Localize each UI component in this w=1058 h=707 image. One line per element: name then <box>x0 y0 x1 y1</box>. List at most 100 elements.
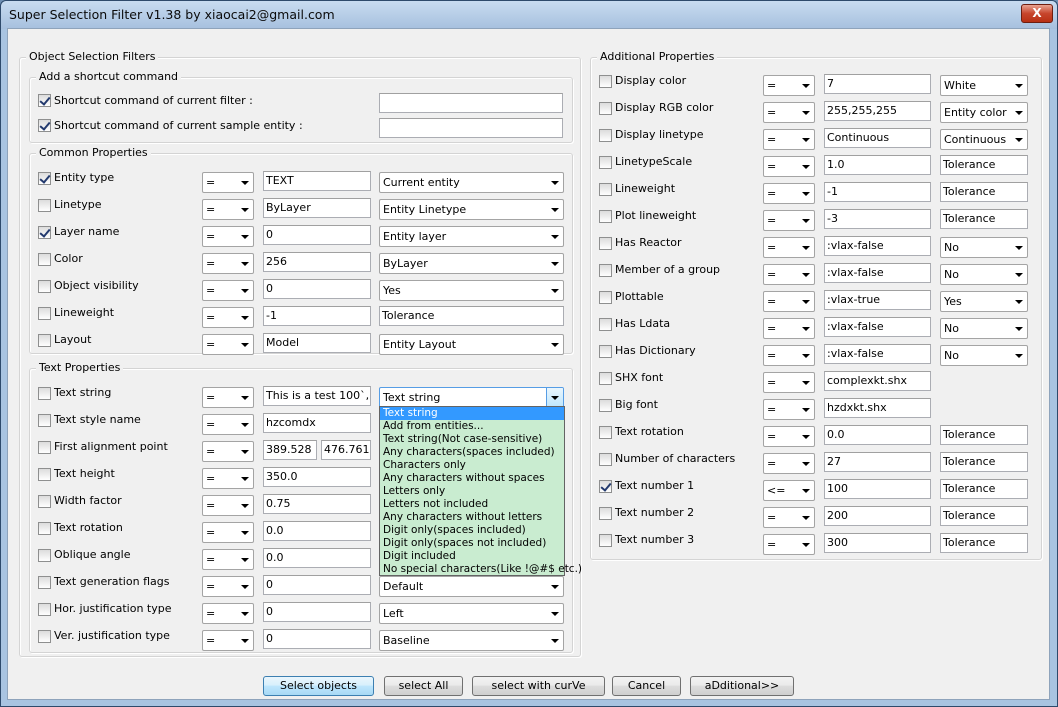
common-operator-6[interactable]: = <box>202 334 254 355</box>
dropdown-option[interactable]: No special characters(Like !@#$ etc.) <box>380 563 582 576</box>
text-checkbox-8[interactable] <box>38 603 51 616</box>
additional-operator-16[interactable]: = <box>763 507 815 528</box>
cancel-button[interactable]: Cancel <box>612 676 681 696</box>
text-value-0[interactable]: This is a test 100`, 200 <box>263 386 371 406</box>
text-value-3[interactable]: 350.0 <box>263 467 371 487</box>
common-mode-1[interactable]: Entity Linetype <box>379 199 564 220</box>
text-checkbox-1[interactable] <box>38 414 51 427</box>
additional-operator-4[interactable]: = <box>763 183 815 204</box>
dropdown-option[interactable]: Digit only(spaces not included) <box>380 537 564 550</box>
common-value-6[interactable]: Model <box>263 333 371 353</box>
additional-checkbox-10[interactable] <box>599 345 612 358</box>
shortcut-checkbox-1[interactable] <box>38 119 51 132</box>
common-checkbox-3[interactable] <box>38 253 51 266</box>
additional-operator-15[interactable]: <= <box>763 480 815 501</box>
additional-operator-1[interactable]: = <box>763 102 815 123</box>
additional-operator-2[interactable]: = <box>763 129 815 150</box>
common-operator-0[interactable]: = <box>202 172 254 193</box>
additional-checkbox-17[interactable] <box>599 534 612 547</box>
additional-mode-13[interactable]: Tolerance <box>940 425 1028 445</box>
additional-operator-5[interactable]: = <box>763 210 815 231</box>
additional-value-9[interactable]: :vlax-false <box>824 317 931 337</box>
common-checkbox-4[interactable] <box>38 280 51 293</box>
dropdown-option[interactable]: Digit only(spaces included) <box>380 524 564 537</box>
additional-value-4[interactable]: -1 <box>824 182 931 202</box>
additional-checkbox-16[interactable] <box>599 507 612 520</box>
additional-mode-15[interactable]: Tolerance <box>940 479 1028 499</box>
common-value-4[interactable]: 0 <box>263 279 371 299</box>
text-operator-1[interactable]: = <box>202 414 254 435</box>
additional-checkbox-9[interactable] <box>599 318 612 331</box>
shortcut-input-1[interactable] <box>379 118 563 138</box>
additional-checkbox-15[interactable] <box>599 480 612 493</box>
additional-value-10[interactable]: :vlax-false <box>824 344 931 364</box>
common-mode-3[interactable]: ByLayer <box>379 253 564 274</box>
additional-operator-6[interactable]: = <box>763 237 815 258</box>
additional-operator-9[interactable]: = <box>763 318 815 339</box>
additional-button[interactable]: aDditional>> <box>690 676 794 696</box>
common-mode-5[interactable]: Tolerance <box>379 306 564 326</box>
additional-value-16[interactable]: 200 <box>824 506 931 526</box>
text-checkbox-6[interactable] <box>38 549 51 562</box>
title-bar[interactable]: Super Selection Filter v1.38 by xiaocai2… <box>1 1 1057 29</box>
close-button[interactable]: X <box>1021 4 1053 23</box>
additional-mode-17[interactable]: Tolerance <box>940 533 1028 553</box>
additional-checkbox-13[interactable] <box>599 426 612 439</box>
common-value-0[interactable]: TEXT <box>263 171 371 191</box>
additional-operator-3[interactable]: = <box>763 156 815 177</box>
additional-value-14[interactable]: 27 <box>824 452 931 472</box>
common-checkbox-1[interactable] <box>38 199 51 212</box>
additional-checkbox-14[interactable] <box>599 453 612 466</box>
text-checkbox-3[interactable] <box>38 468 51 481</box>
additional-value-15[interactable]: 100 <box>824 479 931 499</box>
common-mode-6[interactable]: Entity Layout <box>379 334 564 355</box>
additional-value-6[interactable]: :vlax-false <box>824 236 931 256</box>
text-operator-0[interactable]: = <box>202 387 254 408</box>
additional-mode-9[interactable]: No <box>940 318 1028 339</box>
common-operator-2[interactable]: = <box>202 226 254 247</box>
additional-operator-10[interactable]: = <box>763 345 815 366</box>
text-operator-8[interactable]: = <box>202 603 254 624</box>
common-operator-5[interactable]: = <box>202 307 254 328</box>
dropdown-option[interactable]: Add from entities... <box>380 420 564 433</box>
select-with-curve-button[interactable]: select with curVe <box>472 676 605 696</box>
additional-checkbox-5[interactable] <box>599 210 612 223</box>
additional-value-0[interactable]: 7 <box>824 74 931 94</box>
additional-checkbox-0[interactable] <box>599 75 612 88</box>
additional-value-1[interactable]: 255,255,255 <box>824 101 931 121</box>
text-operator-9[interactable]: = <box>202 630 254 651</box>
text-mode-8[interactable]: Left <box>379 603 564 624</box>
additional-mode-3[interactable]: Tolerance <box>940 155 1028 175</box>
additional-mode-0[interactable]: White <box>940 75 1028 96</box>
additional-operator-0[interactable]: = <box>763 75 815 96</box>
select-objects-button[interactable]: Select objects <box>263 676 374 696</box>
additional-mode-7[interactable]: No <box>940 264 1028 285</box>
common-value-1[interactable]: ByLayer <box>263 198 371 218</box>
additional-mode-1[interactable]: Entity color <box>940 102 1028 123</box>
dropdown-option[interactable]: Any characters without letters <box>380 511 564 524</box>
additional-value-12[interactable]: hzdxkt.shx <box>824 398 931 418</box>
dropdown-option[interactable]: Digit included <box>380 550 564 563</box>
additional-checkbox-7[interactable] <box>599 264 612 277</box>
text-operator-6[interactable]: = <box>202 549 254 570</box>
additional-checkbox-6[interactable] <box>599 237 612 250</box>
additional-mode-2[interactable]: Continuous <box>940 129 1028 150</box>
additional-mode-4[interactable]: Tolerance <box>940 182 1028 202</box>
additional-operator-14[interactable]: = <box>763 453 815 474</box>
additional-mode-5[interactable]: Tolerance <box>940 209 1028 229</box>
additional-value-11[interactable]: complexkt.shx <box>824 371 931 391</box>
additional-mode-14[interactable]: Tolerance <box>940 452 1028 472</box>
text-value-5[interactable]: 0.0 <box>263 521 371 541</box>
common-mode-0[interactable]: Current entity <box>379 172 564 193</box>
dropdown-option[interactable]: Characters only <box>380 459 564 472</box>
additional-mode-10[interactable]: No <box>940 345 1028 366</box>
common-operator-3[interactable]: = <box>202 253 254 274</box>
dropdown-option[interactable]: Any characters without spaces <box>380 472 564 485</box>
text-value-7[interactable]: 0 <box>263 575 371 595</box>
additional-value-3[interactable]: 1.0 <box>824 155 931 175</box>
shortcut-input-0[interactable] <box>379 93 563 113</box>
text-checkbox-4[interactable] <box>38 495 51 508</box>
common-checkbox-2[interactable] <box>38 226 51 239</box>
common-operator-4[interactable]: = <box>202 280 254 301</box>
common-checkbox-6[interactable] <box>38 334 51 347</box>
